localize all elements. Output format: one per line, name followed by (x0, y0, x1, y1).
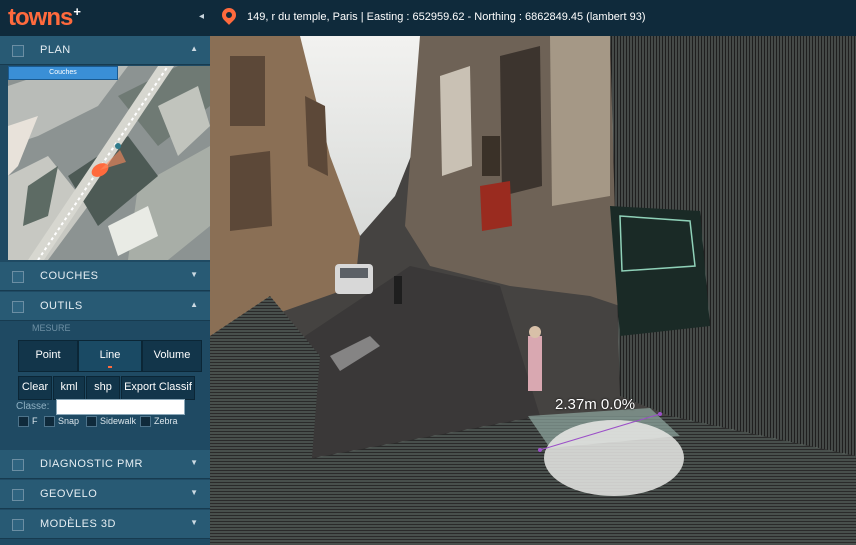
chevron-up-icon: ▲ (190, 44, 198, 53)
section-title: GEOVELO (40, 488, 98, 500)
zebra-checkbox[interactable] (140, 416, 151, 427)
section-plan-header[interactable]: PLAN ▲ (0, 36, 210, 65)
aerial-map[interactable] (8, 66, 210, 260)
sidewalk-checkbox[interactable] (86, 416, 97, 427)
aerial-map-image (8, 66, 210, 260)
section-modeles-header[interactable]: MODÈLES 3D ▼ (0, 510, 210, 539)
chevron-down-icon: ▼ (190, 518, 198, 527)
top-bar: towns+ ◂ 149, r du temple, Paris | Easti… (0, 0, 856, 36)
brand-text: towns (8, 4, 73, 31)
button-label: Export Classif (124, 381, 192, 393)
chevron-up-icon: ▲ (190, 300, 198, 309)
section-toggle-icon (12, 301, 24, 313)
section-toggle-icon (12, 271, 24, 283)
clear-button[interactable]: Clear (18, 376, 52, 400)
section-toggle-icon (12, 519, 24, 531)
export-classif-button[interactable]: Export Classif (121, 376, 195, 400)
couches-badge[interactable]: Couches (8, 66, 118, 80)
section-title: PLAN (40, 44, 71, 56)
button-label: shp (94, 381, 112, 393)
checkbox-label: Zebra (154, 416, 178, 426)
tool-label: Point (35, 349, 61, 361)
tool-volume-button[interactable]: Volume (142, 340, 202, 372)
street-view-image (210, 36, 856, 545)
button-label: kml (60, 381, 78, 393)
shp-button[interactable]: shp (86, 376, 120, 400)
chevron-down-icon: ▼ (190, 488, 198, 497)
mesure-label: MESURE (32, 323, 71, 333)
active-indicator (108, 366, 112, 368)
section-outils-header[interactable]: OUTILS ▲ (0, 292, 210, 321)
f-checkbox[interactable] (18, 416, 29, 427)
snap-checkbox[interactable] (44, 416, 55, 427)
chevron-down-icon: ▼ (190, 458, 198, 467)
sidebar: PLAN ▲ Couches COUCHES ▼ OUTILS ▲ MESURE… (0, 36, 210, 545)
classe-input[interactable] (56, 399, 185, 415)
tool-label: Volume (153, 349, 191, 361)
section-diagnostic-header[interactable]: DIAGNOSTIC PMR ▼ (0, 450, 210, 479)
street-view-canvas[interactable]: 2.37m 0.0% (210, 36, 856, 545)
measurement-readout: 2.37m 0.0% (555, 396, 636, 413)
section-title: MODÈLES 3D (40, 518, 116, 530)
collapse-sidebar-icon[interactable]: ◂ (199, 11, 204, 22)
location-pin-icon (219, 5, 239, 25)
section-title: COUCHES (40, 270, 99, 282)
location-coordinates: 149, r du temple, Paris | Easting : 6529… (247, 11, 646, 23)
checkbox-label: Snap (58, 416, 80, 426)
section-title: DIAGNOSTIC PMR (40, 458, 143, 470)
kml-button[interactable]: kml (53, 376, 85, 400)
section-title: OUTILS (40, 300, 83, 312)
brand-plus: + (73, 4, 81, 19)
section-toggle-icon (12, 459, 24, 471)
app-logo[interactable]: towns+ (8, 4, 81, 32)
section-toggle-icon (12, 489, 24, 501)
button-label: Clear (21, 381, 49, 393)
section-couches-header[interactable]: COUCHES ▼ (0, 262, 210, 291)
chevron-down-icon: ▼ (190, 270, 198, 279)
checkbox-label: Sidewalk (100, 416, 137, 426)
tool-point-button[interactable]: Point (18, 340, 78, 372)
section-toggle-icon (12, 45, 24, 57)
tool-label: Line (99, 349, 121, 361)
classe-label: Classe: (16, 401, 50, 412)
tool-line-button[interactable]: Line (78, 340, 142, 372)
section-geovelo-header[interactable]: GEOVELO ▼ (0, 480, 210, 509)
checkbox-label: F (32, 416, 38, 426)
